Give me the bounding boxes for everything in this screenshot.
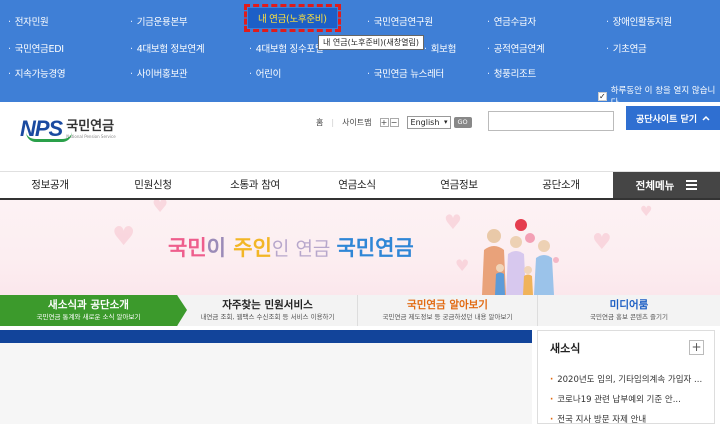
logo-korean-name: 국민연금 National Pension Service <box>66 120 115 139</box>
news-title: 새소식 <box>550 342 581 355</box>
heart-decoration-icon: ♥ <box>112 222 136 252</box>
family-link-my-pension[interactable]: 내 연금(노후준비) <box>244 4 341 32</box>
tab-title: 국민연금 알아보기 <box>407 299 488 311</box>
tab-title: 미디어룸 <box>609 299 649 311</box>
tab-subtitle: 국민연금 홍보 콘텐츠 즐기기 <box>590 313 668 321</box>
main-tabs: 새소식과 공단소개 국민연금 통계와 새로운 소식 알아보기 자주찾는 민원서비… <box>0 295 720 326</box>
content-area <box>0 343 532 424</box>
main-navigation: 정보공개 민원신청 소통과 참여 연금소식 연금정보 공단소개 전체메뉴 <box>0 172 720 200</box>
heart-decoration-icon: ♥ <box>640 204 653 220</box>
content-header-bar <box>0 330 532 343</box>
news-more-button[interactable]: + <box>689 340 704 355</box>
heart-decoration-icon: ♥ <box>592 230 612 255</box>
family-link-social-insurance[interactable]: 회보험 <box>424 41 457 55</box>
nav-pension-news[interactable]: 연금소식 <box>307 172 407 198</box>
home-link[interactable]: 홈 <box>316 117 323 128</box>
family-link-pensioner[interactable]: 연금수급자 <box>487 14 537 28</box>
family-link-4insurance-collection[interactable]: 4대보험 징수포털 <box>249 41 324 55</box>
family-link-disability-support[interactable]: 장애인활동지원 <box>606 14 672 28</box>
util-divider: | <box>331 118 335 127</box>
slogan-part-2: 이 <box>206 236 234 260</box>
news-item[interactable]: 전국 지사 방문 자제 안내 <box>550 410 708 424</box>
utility-links: 홈 | 사이트맵 + − English GO <box>316 116 472 129</box>
nav-communication[interactable]: 소통과 참여 <box>205 172 305 198</box>
tab-news-and-about[interactable]: 새소식과 공단소개 국민연금 통계와 새로운 소식 알아보기 <box>0 295 187 326</box>
family-link-fund-management[interactable]: 기금운용본부 <box>130 14 188 28</box>
family-link-newsletter[interactable]: 국민연금 뉴스레터 <box>367 66 445 80</box>
all-menu-button[interactable]: 전체메뉴 <box>613 172 720 198</box>
news-item[interactable]: 2020년도 임의, 기타임의계속 가입자 ... <box>550 370 708 390</box>
language-select[interactable]: English <box>406 116 451 129</box>
news-item[interactable]: 코로나19 관련 납부예외 기준 안... <box>550 390 708 410</box>
tab-subtitle: 국민연금 제도정보 등 궁금하셨던 내용 알아보기 <box>382 313 513 321</box>
language-selector: English GO <box>406 116 472 129</box>
tab-title: 새소식과 공단소개 <box>48 299 129 311</box>
heart-decoration-icon: ♥ <box>444 210 462 234</box>
family-link-public-pension-link[interactable]: 공적연금연계 <box>487 41 545 55</box>
family-link-research-institute[interactable]: 국민연금연구원 <box>367 14 433 28</box>
zoom-controls: + − <box>379 118 399 127</box>
chevron-up-icon <box>702 115 710 121</box>
family-link-cyber-pr[interactable]: 사이버홍보관 <box>130 66 188 80</box>
family-link-e-civil[interactable]: 전자민원 <box>8 14 49 28</box>
family-link-edi[interactable]: 국민연금EDI <box>8 41 64 55</box>
news-panel: 새소식 + 2020년도 임의, 기타임의계속 가입자 ... 코로나19 관련… <box>537 330 715 424</box>
slogan-part-5: 국민연금 <box>336 236 414 260</box>
tab-title: 자주찾는 민원서비스 <box>222 299 313 311</box>
nps-logo[interactable]: NPS 국민연금 National Pension Service <box>20 116 116 142</box>
zoom-in-button[interactable]: + <box>379 118 389 127</box>
search-input[interactable] <box>488 111 614 131</box>
news-list: 2020년도 임의, 기타임의계속 가입자 ... 코로나19 관련 납부예외 … <box>550 370 708 424</box>
tab-media-room[interactable]: 미디어룸 국민연금 홍보 콘텐츠 즐기기 <box>538 295 720 326</box>
tab-subtitle: 국민연금 통계와 새로운 소식 알아보기 <box>36 313 141 321</box>
nav-info-disclosure[interactable]: 정보공개 <box>0 172 100 198</box>
logo-swoosh-icon <box>26 132 72 142</box>
banner-slogan: 국민이 주인인 연금 국민연금 <box>168 232 414 262</box>
family-link-kids[interactable]: 어린이 <box>249 66 282 80</box>
slogan-part-4: 인 연금 <box>271 238 337 260</box>
slogan-part-3: 주인 <box>233 236 272 260</box>
checkbox-checked-icon[interactable]: ✓ <box>598 91 607 101</box>
new-window-tooltip: 내 연금(노후준비)(새창열림) <box>318 35 424 50</box>
logo-name: 국민연금 <box>66 118 115 134</box>
family-link-basic-pension[interactable]: 기초연금 <box>606 41 647 55</box>
agency-site-close-label: 공단사이트 닫기 <box>635 114 698 125</box>
family-link-cheongpung-resort[interactable]: 청풍리조트 <box>487 66 537 80</box>
tab-subtitle: 내연금 조회, 웹팩스 수신조회 등 서비스 이용하기 <box>200 313 335 321</box>
tab-learn-pension[interactable]: 국민연금 알아보기 국민연금 제도정보 등 궁금하셨던 내용 알아보기 <box>358 295 538 326</box>
family-site-panel: 전자민원 기금운용본부 내 연금(노후준비) 국민연금연구원 연금수급자 장애인… <box>0 0 720 108</box>
sitemap-link[interactable]: 사이트맵 <box>342 117 371 128</box>
slogan-part-1: 국민 <box>168 236 207 260</box>
agency-site-close-button[interactable]: 공단사이트 닫기 <box>626 106 720 130</box>
language-go-button[interactable]: GO <box>453 117 472 128</box>
nav-civil-request[interactable]: 민원신청 <box>103 172 203 198</box>
logo-subtitle: National Pension Service <box>66 133 116 139</box>
family-link-sustainability[interactable]: 지속가능경영 <box>8 66 66 80</box>
main-banner[interactable]: ♥ ♥ ♥ ♥ ♥ ♥ 국민이 주인인 연금 국민연금 <box>0 200 720 295</box>
family-link-4insurance-info[interactable]: 4대보험 정보연계 <box>130 41 205 55</box>
family-illustration <box>482 219 559 295</box>
site-header: NPS 국민연금 National Pension Service 홈 | 사이… <box>0 102 720 172</box>
hamburger-icon <box>686 180 698 190</box>
heart-decoration-icon: ♥ <box>455 256 470 275</box>
tab-civil-services[interactable]: 자주찾는 민원서비스 내연금 조회, 웹팩스 수신조회 등 서비스 이용하기 <box>178 295 358 326</box>
zoom-out-button[interactable]: − <box>389 118 399 127</box>
heart-decoration-icon: ♥ <box>152 200 169 217</box>
all-menu-label: 전체메뉴 <box>635 179 675 192</box>
nav-about[interactable]: 공단소개 <box>511 172 611 198</box>
nav-pension-info[interactable]: 연금정보 <box>409 172 509 198</box>
